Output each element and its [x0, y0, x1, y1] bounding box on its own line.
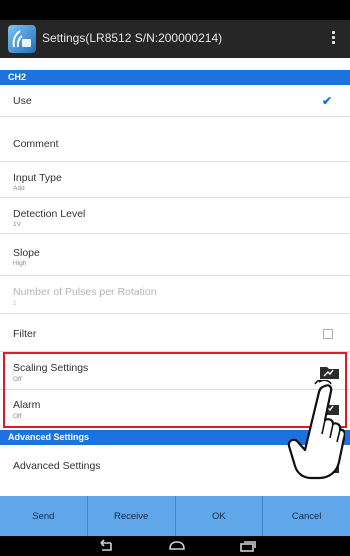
- ok-button[interactable]: OK: [176, 496, 264, 536]
- bottom-button-bar: Send Receive OK Cancel: [0, 496, 350, 536]
- row-pulses-value: 1: [13, 300, 17, 307]
- overflow-menu-icon[interactable]: [332, 31, 336, 47]
- pointing-hand-icon: [287, 380, 345, 480]
- back-icon[interactable]: [95, 539, 115, 553]
- row-comment[interactable]: Comment: [0, 117, 350, 162]
- navigation-bar: [0, 536, 350, 556]
- wireless-logger-icon: [8, 25, 36, 53]
- row-pulses-per-rotation: Number of Pulses per Rotation 1: [0, 276, 350, 314]
- row-detection-level-value: 1V: [13, 221, 21, 228]
- row-pulses-label: Number of Pulses per Rotation: [13, 286, 157, 298]
- row-input-type-value: Add: [13, 185, 25, 192]
- row-use-label: Use: [13, 95, 32, 107]
- receive-button[interactable]: Receive: [88, 496, 176, 536]
- row-slope-label: Slope: [13, 247, 40, 259]
- row-slope[interactable]: Slope High: [0, 234, 350, 276]
- row-advanced-label: Advanced Settings: [13, 460, 101, 472]
- row-comment-label: Comment: [13, 138, 59, 150]
- row-slope-value: High: [13, 260, 27, 267]
- home-icon[interactable]: [167, 539, 187, 553]
- status-bar: [0, 0, 350, 20]
- use-checkbox-checked-icon[interactable]: ✔: [322, 95, 334, 107]
- app-title: Settings(LR8512 S/N:200000214): [42, 31, 223, 45]
- row-use[interactable]: Use ✔: [0, 85, 350, 117]
- row-input-type[interactable]: Input Type Add: [0, 162, 350, 198]
- cancel-button[interactable]: Cancel: [263, 496, 350, 536]
- row-filter-label: Filter: [13, 328, 37, 340]
- row-detection-level-label: Detection Level: [13, 208, 86, 220]
- filter-checkbox[interactable]: [323, 329, 333, 339]
- send-button[interactable]: Send: [0, 496, 88, 536]
- recents-icon[interactable]: [238, 539, 258, 553]
- row-filter[interactable]: Filter: [0, 314, 350, 352]
- action-bar: Settings(LR8512 S/N:200000214): [0, 20, 350, 58]
- section-header-ch2: CH2: [0, 70, 350, 85]
- row-input-type-label: Input Type: [13, 172, 62, 184]
- row-detection-level[interactable]: Detection Level 1V: [0, 198, 350, 234]
